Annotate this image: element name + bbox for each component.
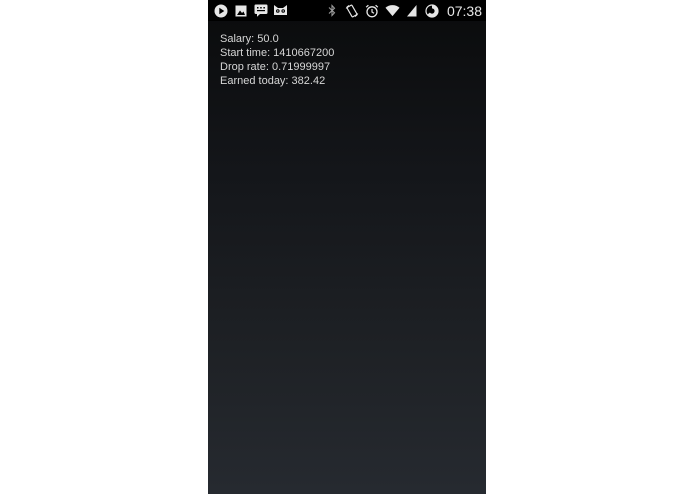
- drop-rate-text: Drop rate: 0.71999997: [220, 61, 331, 73]
- alarm-icon: [365, 3, 380, 18]
- system-icons: 07:38: [325, 3, 482, 19]
- app-content: Salary: 50.0 Start time: 1410667200 Drop…: [220, 32, 334, 88]
- salary-text: Salary: 50.0: [220, 33, 279, 45]
- status-bar[interactable]: 07:38: [208, 0, 486, 21]
- earned-today-text: Earned today: 382.42: [220, 75, 326, 87]
- wifi-icon: [385, 3, 400, 18]
- signal-icon: [405, 3, 420, 18]
- status-clock: 07:38: [446, 2, 482, 19]
- sms-icon: [253, 3, 268, 18]
- phone-screen: 07:38 Salary: 50.0 Start time: 141066720…: [208, 0, 486, 494]
- rotate-icon: [345, 3, 360, 18]
- start-time-text: Start time: 1410667200: [220, 47, 335, 59]
- bluetooth-icon: [325, 3, 340, 18]
- gallery-icon: [233, 3, 248, 18]
- notification-icons: [213, 3, 288, 18]
- battery-icon: [425, 3, 440, 18]
- cat-icon: [273, 3, 288, 18]
- play-store-icon: [213, 3, 228, 18]
